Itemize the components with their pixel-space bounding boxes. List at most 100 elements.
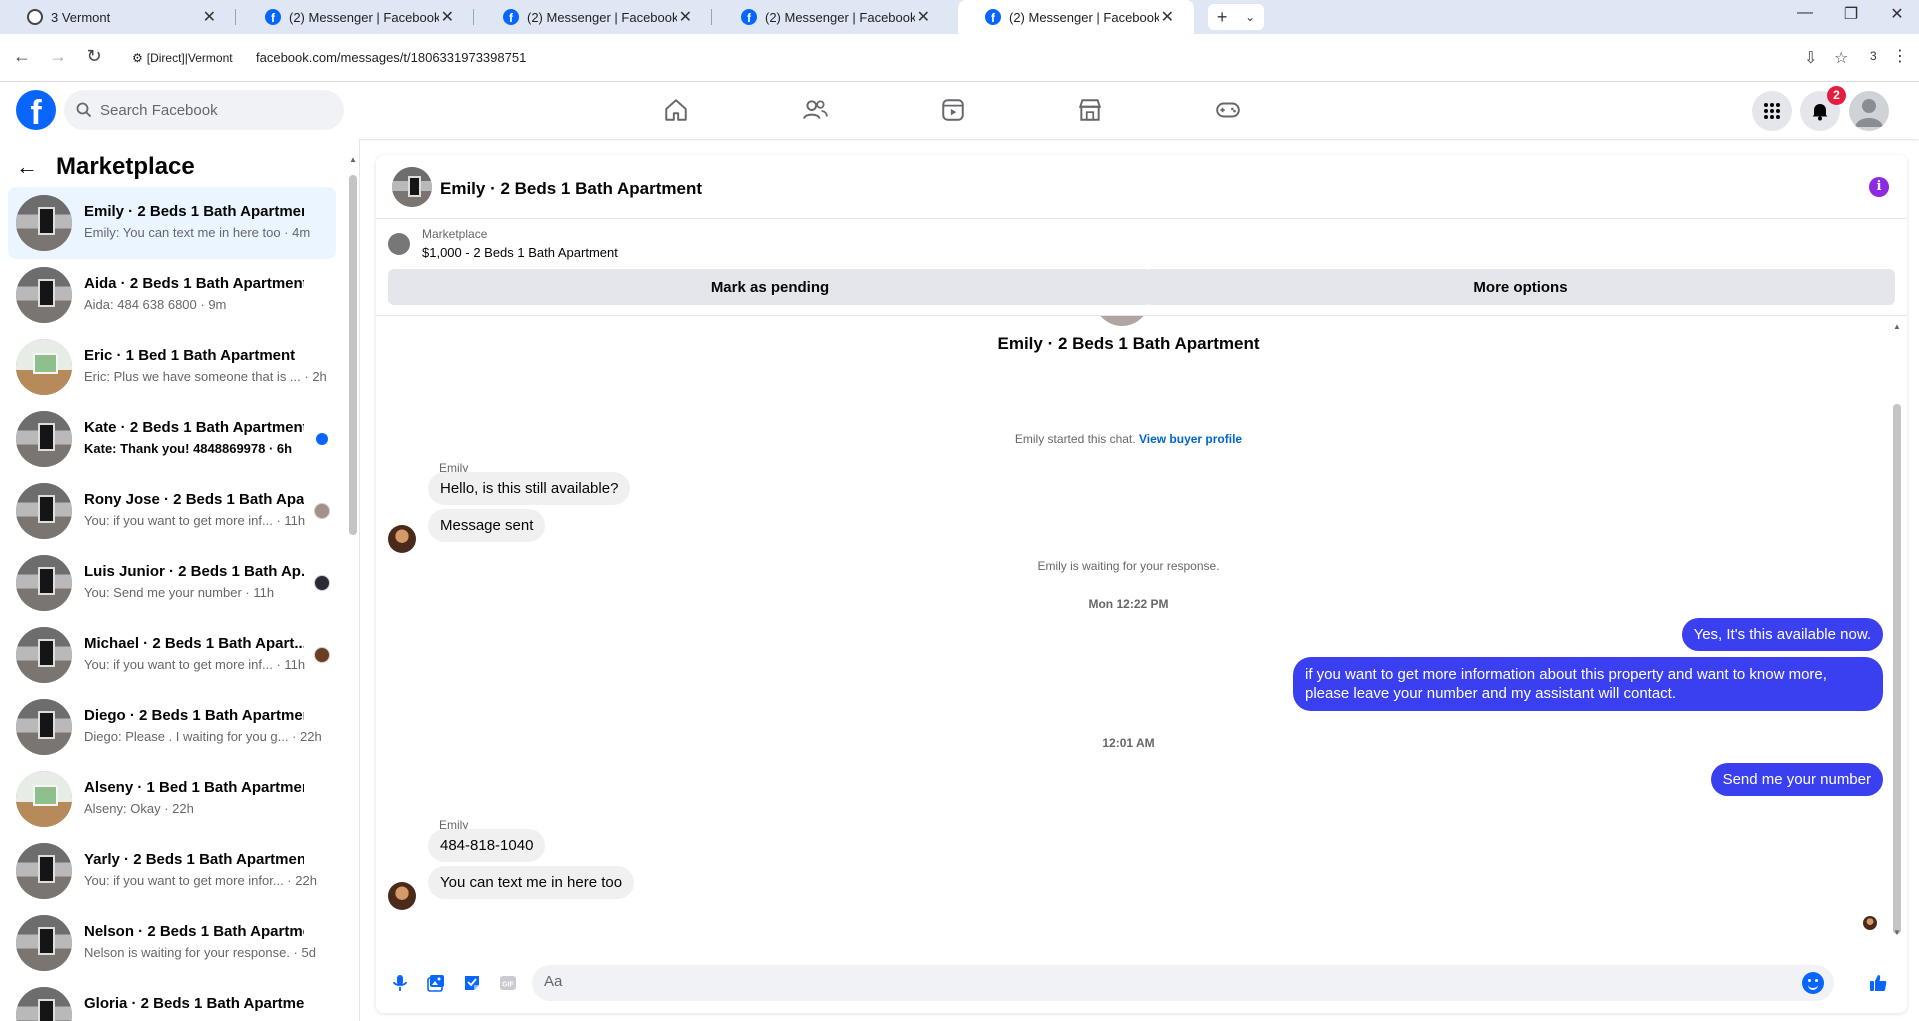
incoming-message[interactable]: Message sent	[428, 509, 546, 542]
back-arrow-icon[interactable]: ←	[16, 154, 48, 180]
conversation-snippet: Eric: Plus we have someone that is ... ·…	[84, 369, 327, 384]
chat-scrollbar[interactable]: ▲ ▼	[1893, 322, 1901, 942]
scrollbar-thumb[interactable]	[349, 175, 357, 535]
marketplace-nav[interactable]	[1070, 92, 1110, 128]
scroll-up-icon[interactable]: ▲	[349, 155, 357, 164]
attach-photo-button[interactable]	[424, 971, 448, 995]
message-input-box[interactable]	[532, 965, 1834, 1001]
conversation-snippet: Aida: 484 638 6800 · 9m	[84, 297, 227, 312]
timestamp: 12:01 AM	[1102, 736, 1155, 750]
view-buyer-profile-link[interactable]: View buyer profile	[1139, 432, 1242, 446]
kebab-menu-icon[interactable]: ⋮	[1892, 46, 1908, 66]
search-input[interactable]	[100, 101, 320, 119]
site-info-chip[interactable]: ⚙ [Direct]|Vermont	[132, 48, 233, 68]
sticker-button[interactable]	[460, 971, 484, 995]
browser-tab[interactable]: f (2) Messenger | Facebook ✕	[476, 0, 712, 34]
grid-menu-icon	[1764, 103, 1780, 119]
info-icon[interactable]: i	[1869, 177, 1889, 197]
sender-avatar[interactable]	[388, 882, 416, 910]
conversation-item[interactable]: Eric · 1 Bed 1 Bath Apartment Eric: Plus…	[8, 331, 336, 403]
browser-tab[interactable]: f (2) Messenger | Facebook ✕	[238, 0, 474, 34]
waiting-notice: Emily is waiting for your response.	[1037, 559, 1220, 573]
voice-clip-button[interactable]	[388, 971, 412, 995]
extensions-count[interactable]: 3	[1870, 49, 1877, 63]
close-tab-icon[interactable]: ✕	[917, 7, 930, 27]
sender-avatar[interactable]	[388, 525, 416, 553]
seen-receipt-avatar	[1863, 916, 1877, 930]
unread-dot	[316, 433, 328, 445]
chat-title[interactable]: Emily · 2 Beds 1 Bath Apartment	[440, 179, 702, 199]
scroll-up-icon[interactable]: ▲	[1893, 322, 1901, 331]
emoji-icon[interactable]	[1802, 972, 1824, 994]
home-nav[interactable]	[656, 92, 696, 128]
browser-tab[interactable]: f (2) Messenger | Facebook ✕	[714, 0, 950, 34]
conversation-name: Michael · 2 Beds 1 Bath Apart...	[84, 635, 304, 652]
message-input[interactable]	[544, 973, 1784, 990]
menu-button[interactable]	[1752, 91, 1792, 131]
more-options-button[interactable]: More options	[1146, 269, 1895, 305]
conversation-item[interactable]: Rony Jose · 2 Beds 1 Bath Apa... You: if…	[8, 475, 336, 547]
scroll-down-icon[interactable]: ▼	[1893, 928, 1901, 937]
facebook-icon: f	[265, 9, 281, 25]
search-box[interactable]	[64, 90, 344, 130]
conversation-snippet: Kate: Thank you! 4848869978 · 6h	[84, 441, 293, 456]
message-composer: GIF	[376, 953, 1907, 1013]
close-tab-icon[interactable]: ✕	[203, 7, 216, 27]
omnibox[interactable]: ⚙ [Direct]|Vermont facebook.com/messages…	[124, 42, 1859, 74]
close-tab-icon[interactable]: ✕	[441, 7, 454, 27]
conversation-item[interactable]: Luis Junior · 2 Beds 1 Bath Ap... You: S…	[8, 547, 336, 619]
conversation-name: Emily · 2 Beds 1 Bath Apartment	[84, 203, 304, 220]
gif-button[interactable]: GIF	[496, 971, 520, 995]
incoming-message[interactable]: You can text me in here too	[428, 866, 635, 899]
incoming-message[interactable]: Hello, is this still available?	[428, 472, 631, 505]
conversation-item[interactable]: Michael · 2 Beds 1 Bath Apart... You: if…	[8, 619, 336, 691]
bookmark-star-icon[interactable]: ☆	[1834, 48, 1848, 68]
gaming-nav[interactable]	[1208, 92, 1248, 128]
outgoing-message[interactable]: if you want to get more information abou…	[1293, 657, 1883, 711]
conversation-item[interactable]: Nelson · 2 Beds 1 Bath Apartment Nelson …	[8, 907, 336, 979]
conversation-snippet: You: if you want to get more inf... · 11…	[84, 513, 306, 528]
install-app-icon[interactable]: ⇩	[1804, 48, 1817, 68]
new-tab-icon[interactable]: +	[1217, 7, 1228, 28]
browser-tab-active[interactable]: f (2) Messenger | Facebook ✕	[958, 0, 1194, 34]
outgoing-message[interactable]: Send me your number	[1710, 763, 1883, 796]
read-receipt-avatar	[314, 503, 330, 519]
close-tab-icon[interactable]: ✕	[1161, 7, 1174, 27]
facebook-icon: f	[503, 9, 519, 25]
conversation-item[interactable]: Gloria · 2 Beds 1 Bath Apartment	[8, 979, 336, 1021]
notifications-badge: 2	[1827, 86, 1846, 105]
search-icon	[76, 102, 92, 118]
scrollbar-thumb[interactable]	[1893, 404, 1901, 934]
conversation-item[interactable]: Emily · 2 Beds 1 Bath Apartment Emily: Y…	[8, 187, 336, 259]
like-button[interactable]	[1866, 971, 1890, 995]
facebook-logo-icon[interactable]: f	[16, 90, 56, 130]
account-avatar[interactable]	[1849, 91, 1889, 131]
chat-avatar[interactable]	[392, 167, 432, 207]
conversation-item[interactable]: Kate · 2 Beds 1 Bath Apartment Kate: Tha…	[8, 403, 336, 475]
listing-thumbnail	[16, 987, 72, 1021]
close-window-icon[interactable]: ✕	[1882, 4, 1912, 24]
back-arrow-icon[interactable]: ←	[10, 46, 34, 67]
restore-icon[interactable]: ❐	[1836, 4, 1866, 24]
chevron-down-icon[interactable]: ⌄	[1245, 10, 1255, 24]
conversation-item[interactable]: Aida · 2 Beds 1 Bath Apartment Aida: 484…	[8, 259, 336, 331]
minimize-icon[interactable]: —	[1790, 4, 1820, 22]
mark-as-pending-button[interactable]: Mark as pending	[388, 269, 1152, 305]
conversation-item[interactable]: Alseny · 1 Bed 1 Bath Apartment Alseny: …	[8, 763, 336, 835]
outgoing-message[interactable]: Yes, It's this available now.	[1681, 618, 1883, 651]
conversation-item[interactable]: Yarly · 2 Beds 1 Bath Apartment You: if …	[8, 835, 336, 907]
conversation-item[interactable]: Diego · 2 Beds 1 Bath Apartment Diego: P…	[8, 691, 336, 763]
conversation-name: Luis Junior · 2 Beds 1 Bath Ap...	[84, 563, 304, 580]
url-text[interactable]: facebook.com/messages/t/1806331973398751	[256, 50, 526, 65]
incoming-message[interactable]: 484-818-1040	[428, 829, 546, 862]
browser-tab-strip: 3 Vermont ✕ f (2) Messenger | Facebook ✕…	[0, 0, 1919, 34]
sidebar-scrollbar[interactable]: ▲	[349, 155, 357, 1021]
video-nav[interactable]	[933, 92, 973, 128]
conversation-snippet: Diego: Please . I waiting for you g... ·…	[84, 729, 322, 744]
gaming-icon	[1216, 102, 1240, 118]
friends-nav[interactable]	[795, 92, 835, 128]
reload-icon[interactable]: ↻	[82, 46, 106, 67]
forward-arrow-icon[interactable]: →	[46, 46, 70, 67]
close-tab-icon[interactable]: ✕	[679, 7, 692, 27]
browser-tab[interactable]: 3 Vermont ✕	[0, 0, 236, 34]
